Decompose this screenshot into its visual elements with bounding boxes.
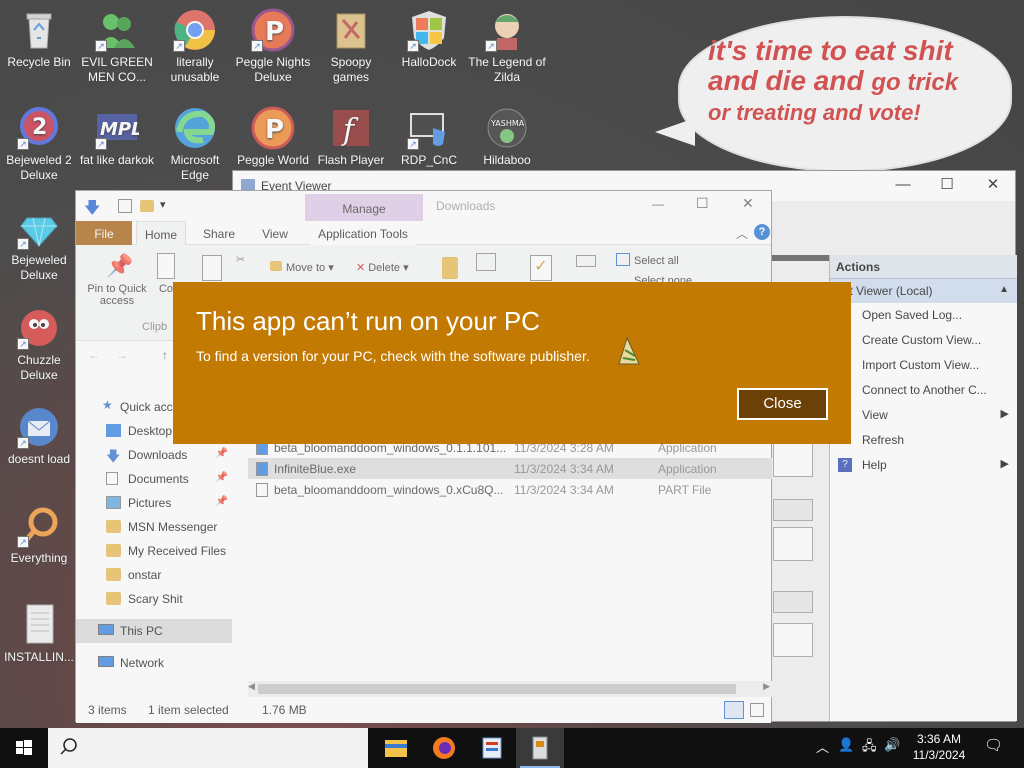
dialog-title: This app can’t run on your PC [196, 306, 540, 336]
app-cant-run-dialog: This app can’t run on your PC To find a … [173, 282, 851, 444]
volume-tray-icon[interactable]: 🔊 [884, 737, 900, 753]
taskbar-firefox[interactable] [420, 728, 468, 768]
windows-logo-icon [16, 740, 32, 755]
start-button[interactable] [0, 728, 48, 768]
dialog-message: To find a version for your PC, check wit… [196, 348, 590, 364]
installer-icon [532, 736, 548, 760]
messenger-tray-icon[interactable]: 👤 [838, 737, 854, 753]
taskbar: ︿ 👤 🖧 🔊 3:36 AM 11/3/2024 🗨 [0, 728, 1024, 768]
search-icon [60, 738, 77, 755]
taskbar-clock[interactable]: 3:36 AM 11/3/2024 [900, 731, 978, 763]
show-hidden-icons[interactable]: ︿ [816, 737, 829, 756]
taskbar-installer[interactable] [516, 728, 564, 768]
event-viewer-icon [482, 737, 502, 759]
close-button[interactable]: Close [737, 388, 828, 420]
network-tray-icon[interactable]: 🖧 [862, 737, 877, 759]
taskbar-file-explorer[interactable] [372, 728, 420, 768]
taskbar-search-box[interactable] [48, 728, 368, 768]
notifications-icon[interactable]: 🗨 [984, 736, 1003, 754]
file-explorer-icon [385, 740, 407, 757]
firefox-icon [433, 737, 455, 759]
app-icon [615, 336, 643, 368]
taskbar-event-viewer[interactable] [468, 728, 516, 768]
